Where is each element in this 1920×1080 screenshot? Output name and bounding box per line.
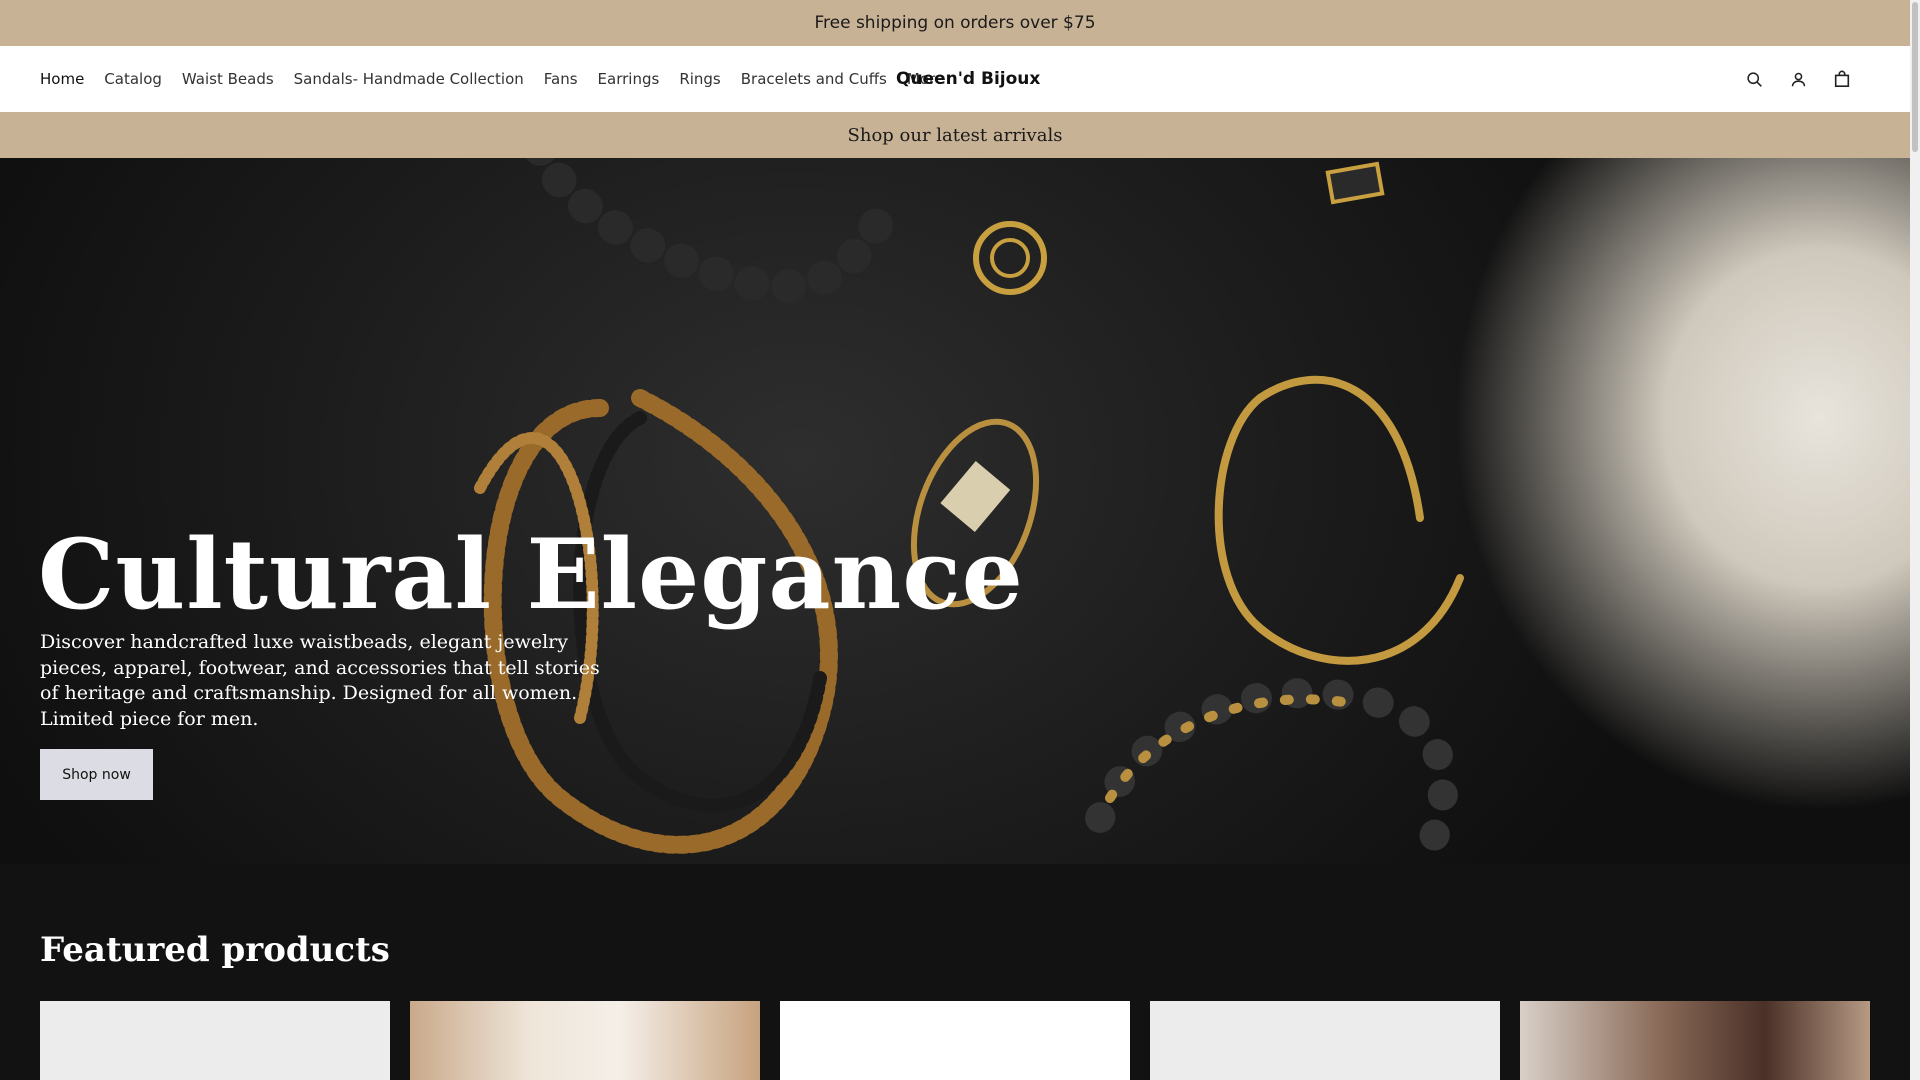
promo-text[interactable]: Shop our latest arrivals [848,125,1063,146]
page-scrollbar[interactable] [1910,0,1920,1080]
featured-products-heading: Featured products [40,930,390,970]
nav-bracelets[interactable]: Bracelets and Cuffs [741,70,887,88]
featured-products-grid [40,1001,1870,1080]
brand-logo[interactable]: Queen'd Bijoux [896,46,1040,112]
nav-sandals[interactable]: Sandals- Handmade Collection [294,70,524,88]
hero-description: Discover handcrafted luxe waistbeads, el… [40,631,600,730]
product-card[interactable] [1520,1001,1870,1080]
nav-rings[interactable]: Rings [679,70,720,88]
product-card[interactable] [410,1001,760,1080]
nav-earrings[interactable]: Earrings [598,70,660,88]
nav-catalog[interactable]: Catalog [104,70,162,88]
header-icons [1744,46,1852,112]
scrollbar-thumb[interactable] [1912,2,1918,152]
shop-now-button[interactable]: Shop now [40,749,153,800]
nav-home[interactable]: Home [40,70,84,88]
hero-title: Cultural Elegance [38,518,1024,631]
hero-jewelry-image [474,158,1464,863]
nav-waist-beads[interactable]: Waist Beads [182,70,274,88]
cart-icon[interactable] [1832,69,1852,89]
product-card[interactable] [40,1001,390,1080]
announcement-text: Free shipping on orders over $75 [814,13,1096,33]
search-icon[interactable] [1744,69,1764,89]
main-nav: Home Catalog Waist Beads Sandals- Handma… [40,46,944,112]
account-icon[interactable] [1788,69,1808,89]
product-card[interactable] [1150,1001,1500,1080]
promo-bar[interactable]: Shop our latest arrivals [0,112,1910,158]
announcement-bar: Free shipping on orders over $75 [0,0,1910,46]
site-header: Home Catalog Waist Beads Sandals- Handma… [0,46,1910,112]
product-card[interactable] [780,1001,1130,1080]
nav-fans[interactable]: Fans [544,70,578,88]
hero-banner: Cultural Elegance Discover handcrafted l… [0,158,1910,864]
